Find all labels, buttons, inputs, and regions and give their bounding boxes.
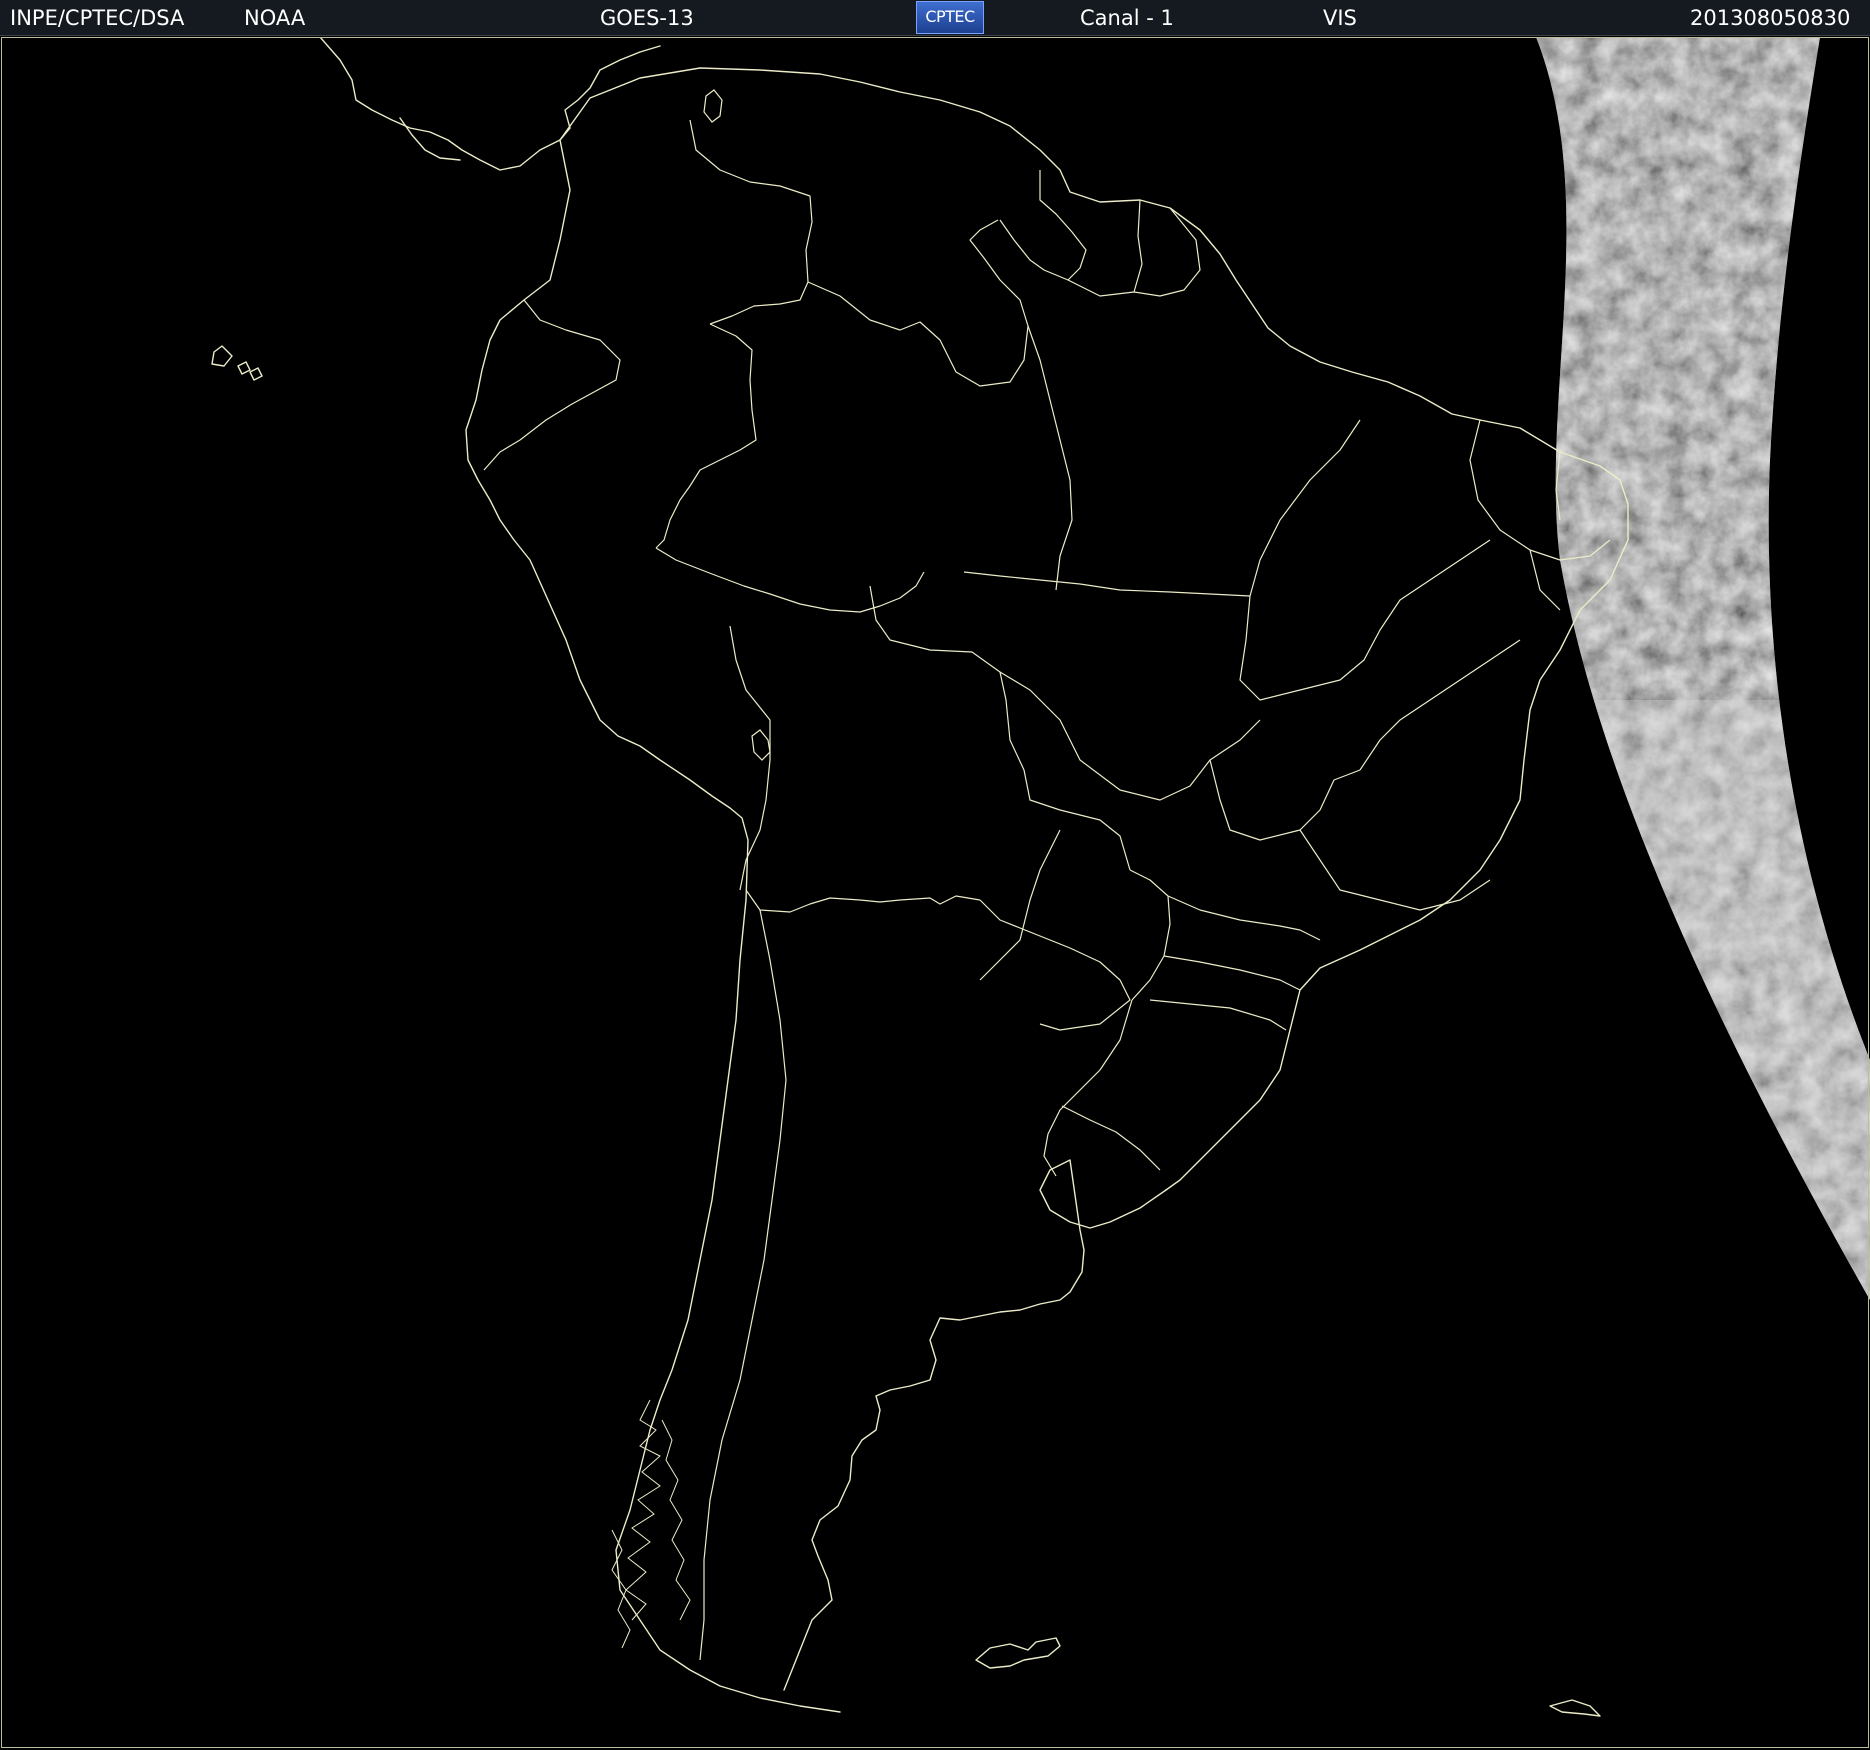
agency-label: NOAA [244, 6, 306, 30]
timestamp-label: 201308050830 [1690, 6, 1851, 30]
cptec-logo-text: CPTEC [925, 7, 975, 26]
header-bar: INPE/CPTEC/DSA NOAA GOES-13 CPTEC Canal … [0, 0, 1870, 36]
satellite-label: GOES-13 [600, 6, 694, 30]
institution-label: INPE/CPTEC/DSA [10, 6, 185, 30]
channel-label: Canal - 1 [1080, 6, 1174, 30]
satellite-image-frame: INPE/CPTEC/DSA NOAA GOES-13 CPTEC Canal … [0, 0, 1870, 1750]
cptec-logo: CPTEC [916, 1, 984, 34]
band-label: VIS [1323, 6, 1357, 30]
map-canvas [0, 37, 1870, 1750]
